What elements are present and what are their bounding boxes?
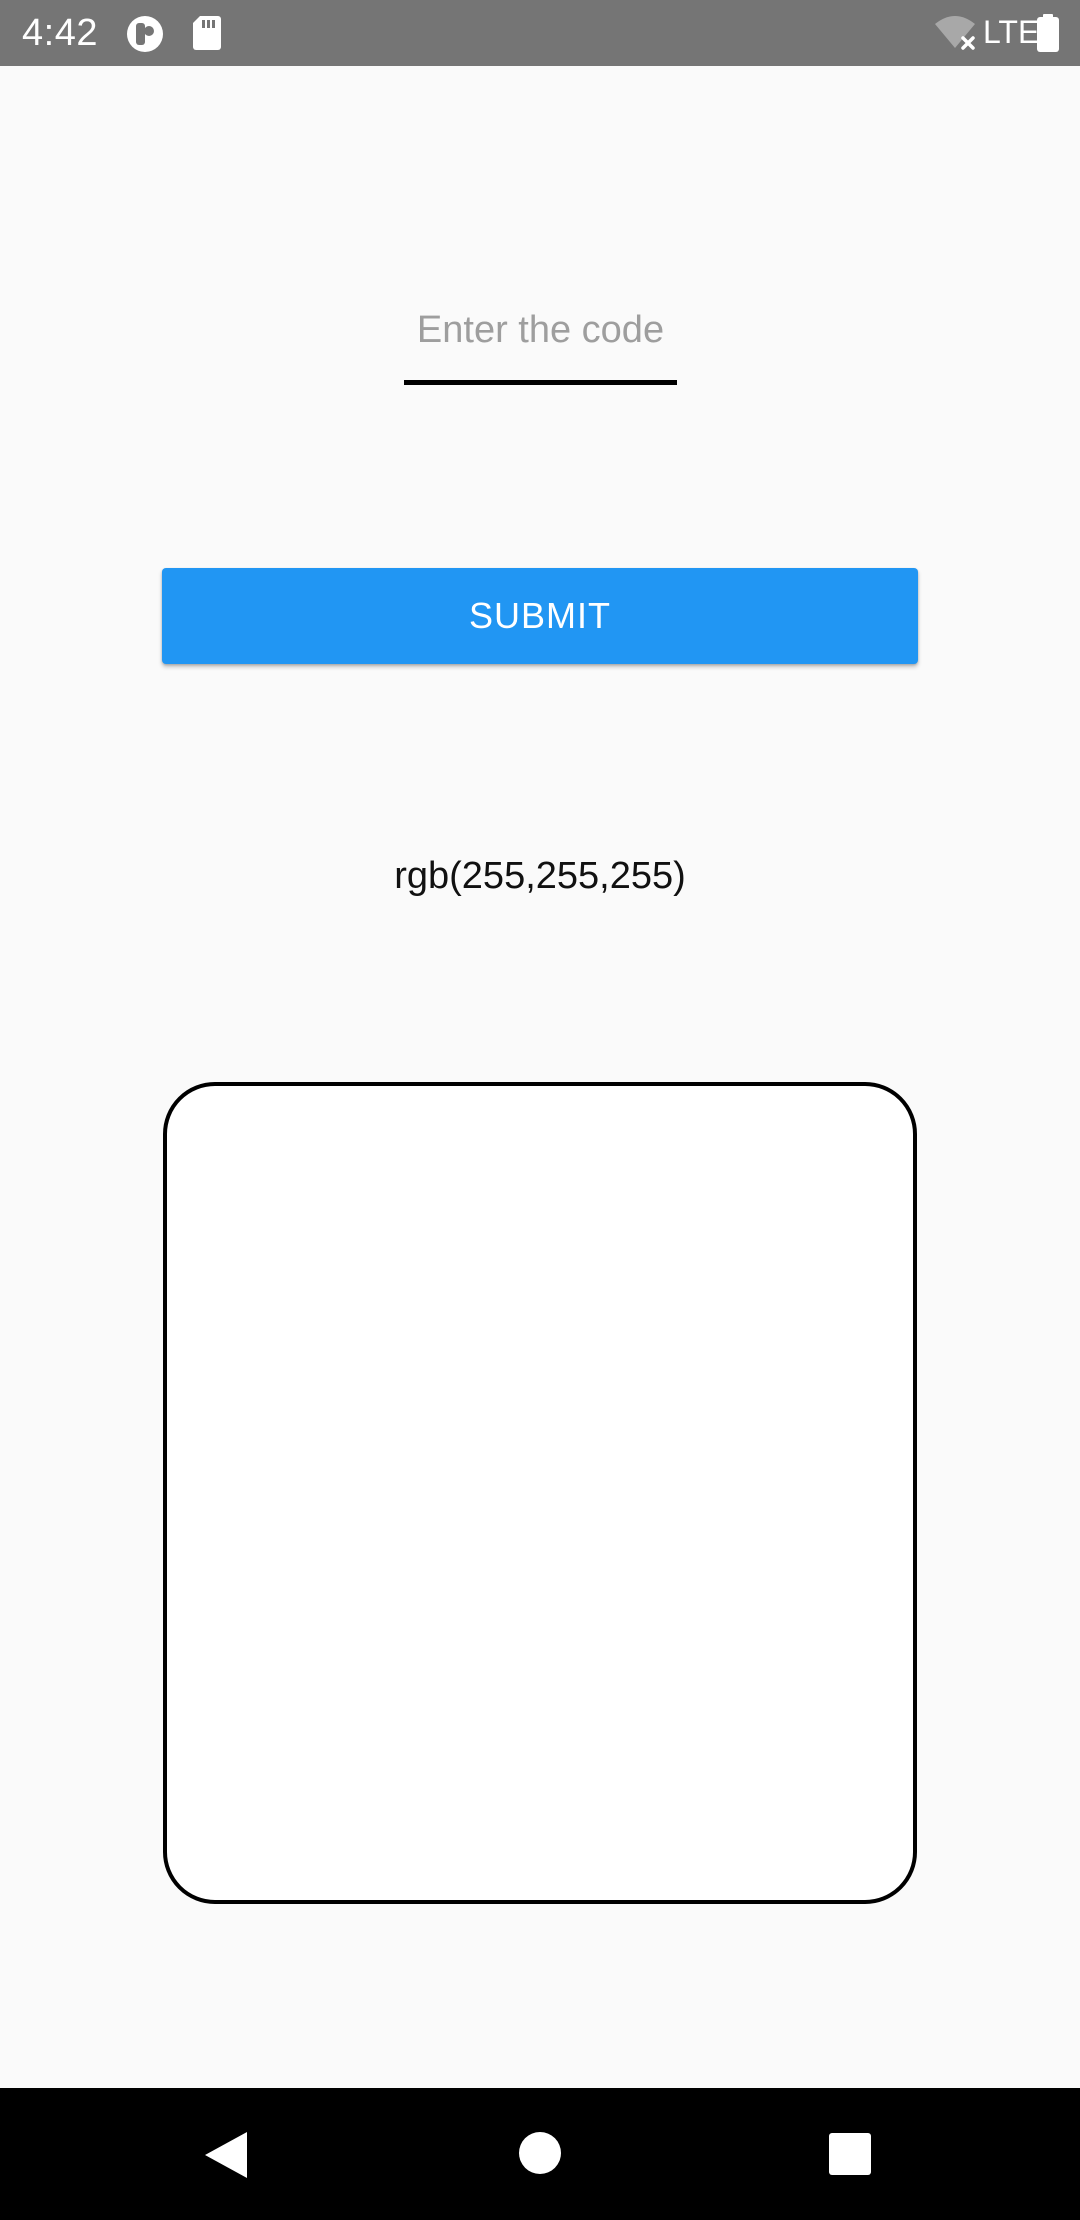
navigation-bar	[0, 2088, 1080, 2220]
submit-button[interactable]: SUBMIT	[162, 568, 918, 664]
color-preview-box	[163, 1082, 917, 1904]
back-triangle-icon[interactable]	[203, 2130, 249, 2180]
recent-square-icon[interactable]	[829, 2133, 871, 2175]
color-value-text: rgb(255,255,255)	[394, 855, 686, 897]
home-circle-icon[interactable]	[519, 2132, 561, 2174]
status-time: 4:42	[22, 12, 98, 54]
network-type-label: LTE	[983, 14, 1040, 50]
wifi-off-icon	[935, 16, 975, 50]
status-bar: 4:42 LTE	[0, 0, 1080, 66]
code-input-container	[404, 280, 677, 386]
sd-card-icon	[193, 16, 221, 50]
app-screen: 4:42 LTE SUBMIT rgb(255,255,255)	[0, 0, 1080, 2220]
code-input-underline	[404, 380, 677, 385]
code-input[interactable]	[404, 280, 677, 380]
battery-full-icon	[1037, 14, 1059, 52]
circle-p-icon	[127, 16, 163, 52]
